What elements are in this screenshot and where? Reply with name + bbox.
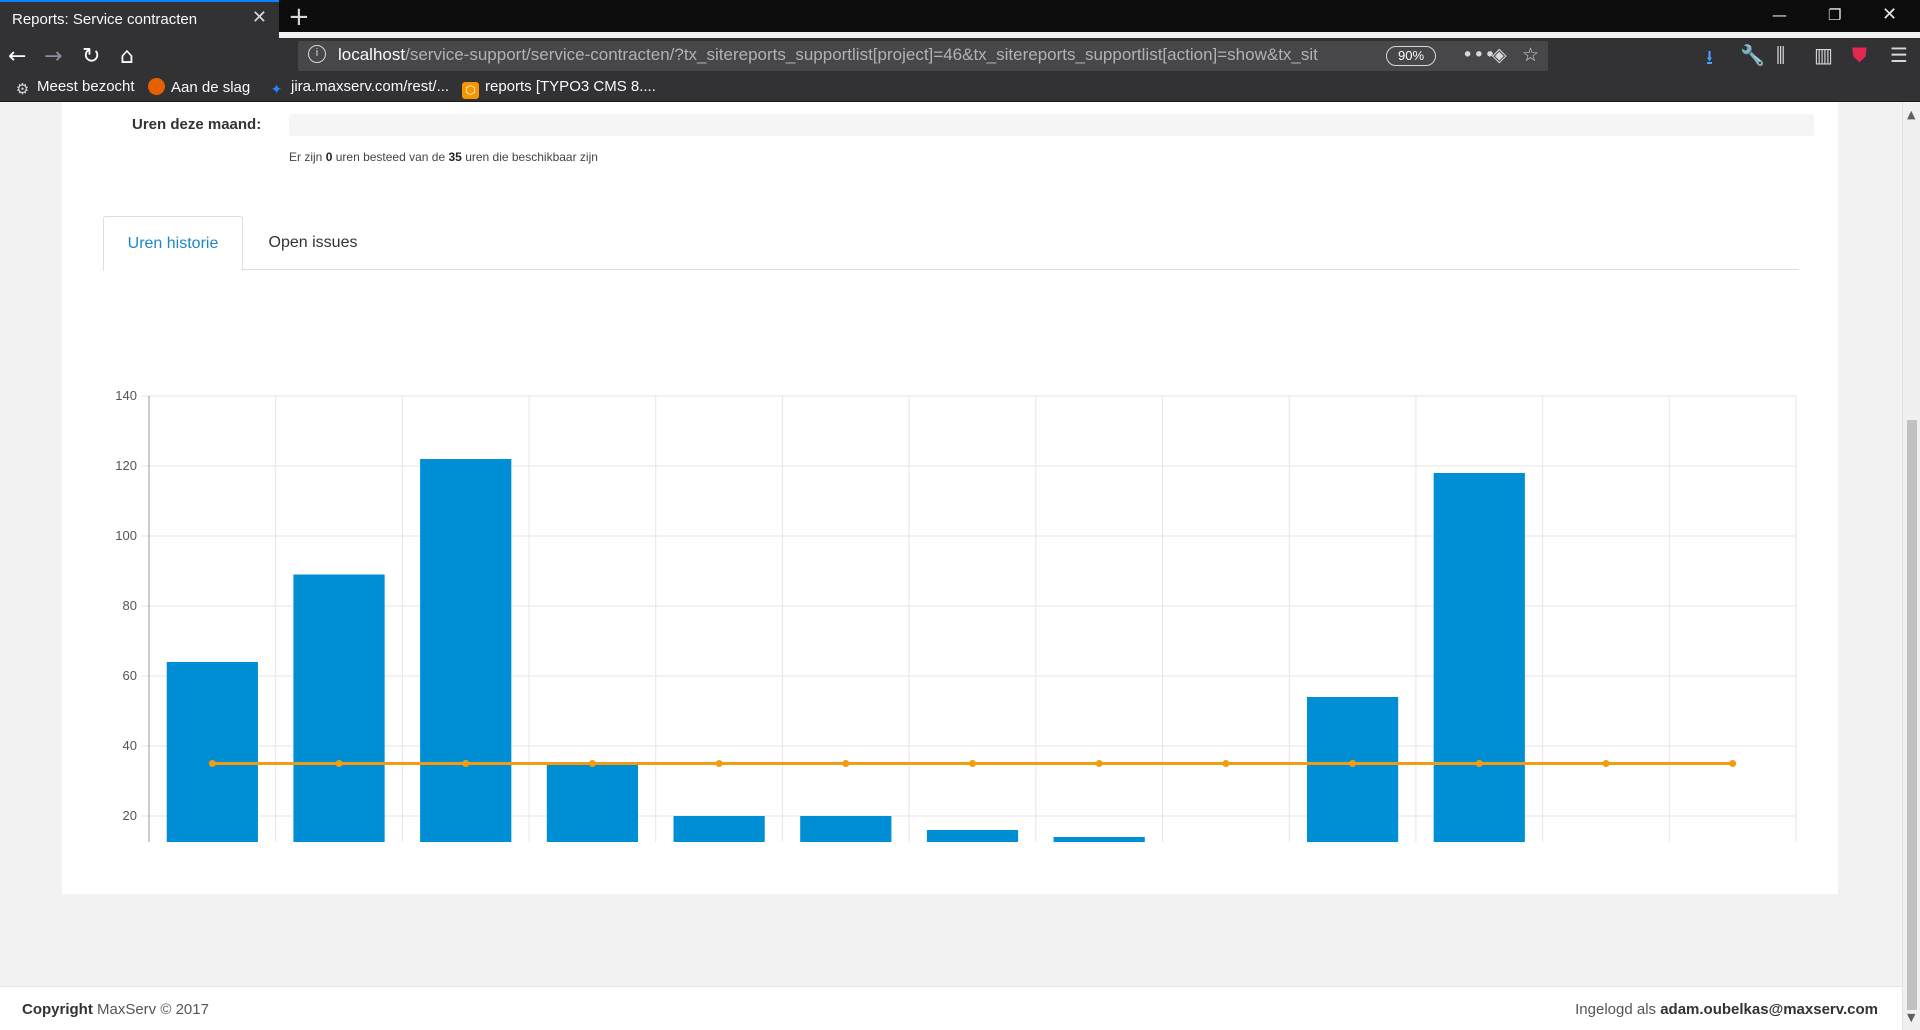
- copyright: Copyright MaxServ © 2017: [22, 1001, 209, 1018]
- bar-sep-2017: [1306, 697, 1399, 842]
- typo3-icon: ⬡: [462, 82, 479, 99]
- bar-jun-2017: [926, 830, 1019, 842]
- bookmark-star-icon[interactable]: ☆: [1522, 44, 1539, 66]
- bar-jul-2017: [1053, 837, 1145, 842]
- bookmark-label: jira.maxserv.com/rest/...: [291, 78, 450, 95]
- report-panel: Uren deze maand: Er zijn 0 uren besteed …: [62, 102, 1838, 894]
- bookmark-label: Meest bezocht: [37, 78, 135, 95]
- bookmark-jira[interactable]: ✦ jira.maxserv.com/rest/...: [268, 78, 449, 98]
- scroll-up-icon[interactable]: ▲: [1907, 108, 1915, 121]
- note-suffix: uren die beschikbaar zijn: [465, 150, 598, 164]
- bar-oct-2017: [1433, 473, 1525, 842]
- gear-icon: ⚙: [15, 81, 30, 98]
- agreement-point-feb-2017: [462, 760, 470, 767]
- agreement-point-apr-2017: [715, 760, 723, 767]
- bookmark-reports[interactable]: ⬡ reports [TYPO3 CMS 8....: [462, 78, 656, 99]
- tab-title: Reports: Service contracten: [12, 11, 198, 28]
- url-text[interactable]: localhost/service-support/service-contra…: [338, 45, 1338, 65]
- download-icon[interactable]: ⭳: [1706, 43, 1713, 77]
- bar-apr-2017: [673, 816, 765, 842]
- agreement-point-dec-2016: [208, 760, 216, 767]
- url-path: /service-support/service-contracten/?tx_…: [405, 45, 1318, 64]
- hours-this-month-label: Uren deze maand:: [132, 116, 262, 133]
- back-icon[interactable]: ←: [8, 44, 26, 69]
- sidebar-icon[interactable]: ▥: [1814, 43, 1833, 67]
- jira-icon: ✦: [270, 81, 283, 97]
- close-window-icon[interactable]: ✕: [1882, 4, 1897, 25]
- window-titlebar: Reports: Service contracten ✕ + — ❐ ✕: [0, 0, 1920, 38]
- agreement-point-aug-2017: [1222, 760, 1230, 767]
- y-tick-label: 100: [115, 528, 137, 543]
- agreement-point-mar-2017: [588, 760, 596, 767]
- hours-note: Er zijn 0 uren besteed van de 35 uren di…: [289, 150, 598, 164]
- bar-mar-2017: [546, 763, 639, 842]
- copyright-label: Copyright: [22, 1001, 93, 1018]
- firefox-icon: [148, 78, 165, 95]
- close-tab-icon[interactable]: ✕: [252, 7, 267, 28]
- menu-icon[interactable]: ☰: [1890, 43, 1908, 67]
- bar-may-2017: [800, 816, 892, 842]
- page-actions-icon[interactable]: •••: [1462, 44, 1496, 66]
- y-tick-label: 20: [123, 808, 137, 823]
- bar-jan-2017: [293, 574, 385, 842]
- y-tick-label: 80: [123, 598, 137, 613]
- ublock-icon[interactable]: ⛊: [1852, 43, 1867, 67]
- page-content: Uren deze maand: Er zijn 0 uren besteed …: [0, 102, 1902, 1030]
- bar-dec-2016: [166, 662, 258, 842]
- url-bar[interactable]: i localhost/service-support/service-cont…: [298, 41, 1548, 71]
- bookmarks-toolbar: ⚙ Meest bezocht Aan de slag ✦ jira.maxserv…: [0, 74, 1920, 102]
- bar-feb-2017: [420, 459, 512, 842]
- copyright-text: MaxServ © 2017: [97, 1001, 209, 1018]
- page-footer: Copyright MaxServ © 2017 Ingelogd als ad…: [0, 986, 1902, 1030]
- y-tick-label: 40: [123, 738, 137, 753]
- bookmark-label: reports [TYPO3 CMS 8....: [485, 78, 656, 95]
- bookmark-label: Aan de slag: [171, 79, 251, 96]
- forward-icon[interactable]: →: [44, 44, 62, 69]
- y-tick-label: 140: [115, 388, 137, 403]
- library-icon[interactable]: ⫼: [1776, 43, 1785, 67]
- page-scrollbar[interactable]: ▲ ▼: [1902, 102, 1920, 1030]
- zoom-indicator[interactable]: 90%: [1386, 46, 1436, 66]
- agreement-point-nov-2017: [1602, 760, 1610, 767]
- note-prefix: Er zijn: [289, 150, 323, 164]
- agreement-point-oct-2017: [1475, 760, 1483, 767]
- agreement-point-may-2017: [842, 760, 850, 767]
- hours-progress-bar: [289, 114, 1814, 136]
- y-tick-label: 120: [115, 458, 137, 473]
- report-tabs: Uren historie Open issues: [103, 214, 1799, 271]
- bookmark-most-visited[interactable]: ⚙ Meest bezocht: [14, 78, 135, 98]
- minimize-icon[interactable]: —: [1772, 6, 1787, 24]
- reload-icon[interactable]: ↻: [82, 44, 100, 69]
- scroll-down-icon[interactable]: ▼: [1907, 1011, 1915, 1024]
- note-middle: uren besteed van de: [335, 150, 446, 164]
- navigation-toolbar: ← → ↻ ⌂ i localhost/service-support/serv…: [0, 38, 1920, 74]
- agreement-point-jan-2017: [335, 760, 343, 767]
- hours-available: 35: [448, 150, 462, 164]
- site-info-icon[interactable]: i: [308, 45, 326, 63]
- wrench-icon[interactable]: 🔧: [1740, 43, 1765, 67]
- agreement-point-sep-2017: [1349, 760, 1357, 767]
- url-host: localhost: [338, 45, 406, 64]
- agreement-point-jun-2017: [969, 760, 976, 767]
- scroll-thumb[interactable]: [1907, 420, 1917, 1010]
- pocket-icon[interactable]: ◈: [1492, 44, 1507, 66]
- tab-open-issues[interactable]: Open issues: [243, 216, 383, 271]
- tab-hours-history[interactable]: Uren historie: [103, 216, 243, 271]
- browser-tab[interactable]: Reports: Service contracten ✕: [0, 0, 279, 38]
- hours-chart: 020406080100120140Dec 2016Jan 2017Feb 20…: [115, 388, 1797, 842]
- logged-in-label: Ingelogd als: [1575, 1001, 1657, 1018]
- restore-icon[interactable]: ❐: [1828, 6, 1841, 24]
- y-tick-label: 60: [123, 668, 137, 683]
- logged-in-info: Ingelogd als adam.oubelkas@maxserv.com: [1575, 1001, 1878, 1018]
- agreement-point-jul-2017: [1095, 760, 1103, 767]
- bookmark-getting-started[interactable]: Aan de slag: [148, 78, 250, 96]
- hours-used: 0: [325, 150, 333, 164]
- home-icon[interactable]: ⌂: [120, 44, 134, 69]
- new-tab-icon[interactable]: +: [288, 2, 310, 32]
- logged-in-user: adam.oubelkas@maxserv.com: [1660, 1001, 1878, 1018]
- agreement-point-dec-2017: [1729, 760, 1737, 767]
